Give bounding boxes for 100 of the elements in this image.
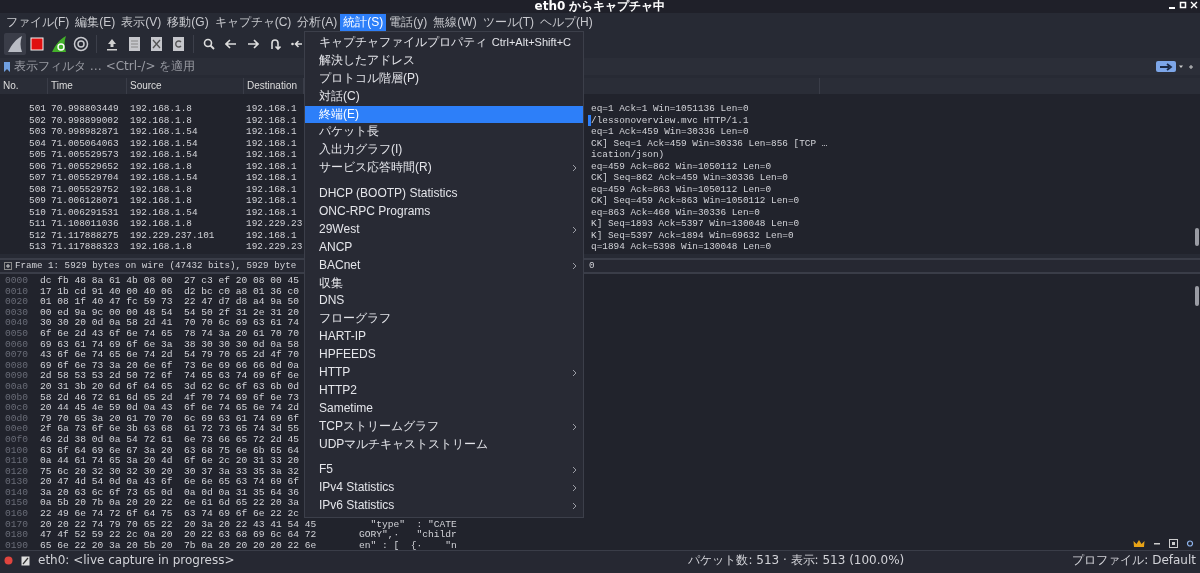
menu-item[interactable]: ヘルプ(H) (537, 13, 596, 31)
menu-item[interactable]: 29West (305, 220, 583, 239)
menu-item[interactable]: Sametime (305, 399, 583, 418)
first-packet-icon[interactable] (291, 39, 303, 49)
apply-filter-button[interactable] (1156, 61, 1176, 72)
menu-item[interactable]: DNS (305, 292, 583, 311)
table-cell-text: 70.998982871 (50, 126, 120, 138)
menu-item[interactable]: フローグラフ (305, 310, 583, 329)
table-cell-text: 71.117888323 (50, 241, 120, 253)
upload-icon[interactable] (106, 37, 118, 51)
table-cell: ication/json) (591, 149, 665, 161)
table-cell-text: 508 (28, 183, 46, 195)
tree-item[interactable]: Frame 1: 5929 bytes on wire (47432 bits), 5929 byte (15, 260, 303, 272)
shortcut-text: Ctrl+Alt+Shift+C (491, 35, 571, 50)
table-cell-text: 192.168.1.8 (129, 241, 193, 253)
return-arrow-icon[interactable] (269, 38, 281, 50)
right-arrow-icon[interactable] (247, 39, 259, 49)
menu-item[interactable]: 統計(S) (340, 13, 387, 31)
menu-item[interactable]: 入出力グラフ(I) (305, 141, 583, 160)
column-header[interactable]: Source (127, 78, 244, 94)
menu-item[interactable]: UDPマルチキャストストリーム (305, 435, 583, 454)
table-cell-text: 192.168.1 (245, 172, 298, 184)
hex-bytes: 43 6f 6e 74 65 6e 74 2d 54 79 70 65 2d 4f 70 (40, 350, 300, 361)
menu-item[interactable]: 分析(A) (294, 13, 341, 31)
table-cell-text: 71.005529752 (50, 183, 120, 195)
gear-icon[interactable] (1186, 539, 1194, 548)
menu-item[interactable]: F5 (305, 461, 583, 480)
menu-item[interactable]: 対話(C) (305, 87, 583, 106)
document-icon[interactable] (127, 36, 141, 52)
crown-icon[interactable] (1133, 539, 1145, 548)
table-cell: CK] Seq=1 Ack=459 Win=30336 Len=856 [TCP … (591, 137, 828, 149)
maximize-icon[interactable] (1179, 1, 1187, 10)
table-cell-text: 192.168.1.8 (129, 195, 193, 207)
menu-item[interactable]: キャプチャ(C) (211, 13, 295, 31)
menu-item[interactable]: ツール(T) (479, 13, 537, 31)
column-header[interactable]: No. (0, 78, 48, 94)
table-cell-text: 71.005529652 (50, 160, 120, 172)
menu-item[interactable]: 無線(W) (430, 13, 480, 31)
menu-item[interactable]: BACnet (305, 256, 583, 275)
menu-item-label: 収集 (319, 274, 343, 292)
close-icon[interactable] (1190, 1, 1198, 10)
menu-item-label: BACnet (319, 256, 361, 274)
offset-label: 0080 (4, 360, 30, 372)
menu-item-label: 対話(C) (319, 87, 360, 105)
plus-icon[interactable] (1186, 62, 1196, 71)
column-header[interactable]: Time (48, 78, 127, 94)
table-cell-text: 192.168.1.8 (129, 103, 193, 115)
menu-item[interactable]: HTTP2 (305, 381, 583, 400)
expand-icon[interactable] (4, 262, 12, 270)
table-cell-text: 501 (28, 103, 46, 115)
reload-file-icon[interactable] (171, 36, 185, 52)
table-cell-text: 192.168.1 (245, 206, 298, 218)
left-arrow-icon[interactable] (225, 39, 237, 49)
menu-item-label: フローグラフ (319, 310, 391, 328)
shark-fin-icon[interactable] (6, 35, 24, 53)
menu-item[interactable]: プロトコル階層(P) (305, 69, 583, 88)
menu-item[interactable]: 編集(E) (72, 13, 119, 31)
menu-item[interactable]: 収集 (305, 274, 583, 293)
hex-bytes: 47 4f 52 59 22 2c 0a 20 20 22 63 68 69 6c 64 72 (40, 530, 318, 541)
menu-item[interactable]: HPFEEDS (305, 346, 583, 365)
edit-icon[interactable] (21, 555, 30, 566)
scrollbar-thumb[interactable] (1195, 286, 1199, 306)
menu-item[interactable]: IPv4 Statistics (305, 479, 583, 498)
status-text: プロファイル: Default (1072, 553, 1196, 568)
settings-icon[interactable] (73, 36, 89, 52)
offset-label: 0060 (4, 339, 30, 351)
hex-bytes: 46 2d 38 0d 0a 54 72 61 6e 73 66 65 72 2d 45 (40, 434, 300, 446)
menu-item[interactable]: 解決したアドレス (305, 51, 583, 70)
menu-item[interactable]: 電話(y) (386, 13, 431, 31)
menu-item[interactable]: 移動(G) (164, 13, 212, 31)
menu-item[interactable]: HTTP (305, 364, 583, 382)
search-icon[interactable] (203, 38, 215, 50)
scrollbar-thumb[interactable] (1195, 228, 1199, 246)
offset-label: 00c0 (4, 403, 30, 414)
menu-item[interactable]: ONC-RPC Programs (305, 203, 583, 221)
submenu-chevron-icon (572, 225, 577, 234)
menu-item[interactable]: DHCP (BOOTP) Statistics (305, 185, 583, 203)
table-cell-text: 192.168.1.8 (129, 218, 193, 230)
ascii-text: en" : [ {· "n (359, 540, 457, 552)
menu-item[interactable]: 終端(E) (305, 105, 583, 124)
menu-item[interactable]: サービス応答時間(R) (305, 159, 583, 178)
menu-item[interactable]: TCPストリームグラフ (305, 417, 583, 436)
bookmark-icon[interactable] (4, 61, 10, 72)
hex-bytes: 2f 6a 73 6f 6e 3b 63 68 61 72 73 65 74 3d 55 (40, 424, 300, 435)
offset-label: 00d0 (4, 413, 30, 425)
menu-item-label: DNS (319, 292, 345, 310)
window-title: eth0 からキャプチャ中 (534, 0, 666, 13)
offset-label: 00f0 (4, 434, 30, 446)
menu-item[interactable]: ファイル(F) (3, 13, 73, 31)
submenu-chevron-icon (572, 261, 577, 270)
menu-item[interactable]: 表示(V) (118, 13, 165, 31)
menu-item[interactable]: HART-IP (305, 328, 583, 347)
menu-item[interactable]: キャプチャファイルプロパティ Ctrl+Alt+Shift+C (305, 34, 583, 52)
restore-icon[interactable] (1169, 539, 1178, 548)
menu-item[interactable]: IPv6 Statistics (305, 497, 583, 516)
menu-item[interactable]: パケット長 (305, 123, 583, 142)
restart-icon[interactable] (50, 35, 68, 53)
close-file-icon[interactable] (149, 36, 163, 52)
table-cell: CK] Seq=862 Ack=459 Win=30336 Len=0 (591, 172, 788, 184)
menu-item[interactable]: ANCP (305, 238, 583, 257)
